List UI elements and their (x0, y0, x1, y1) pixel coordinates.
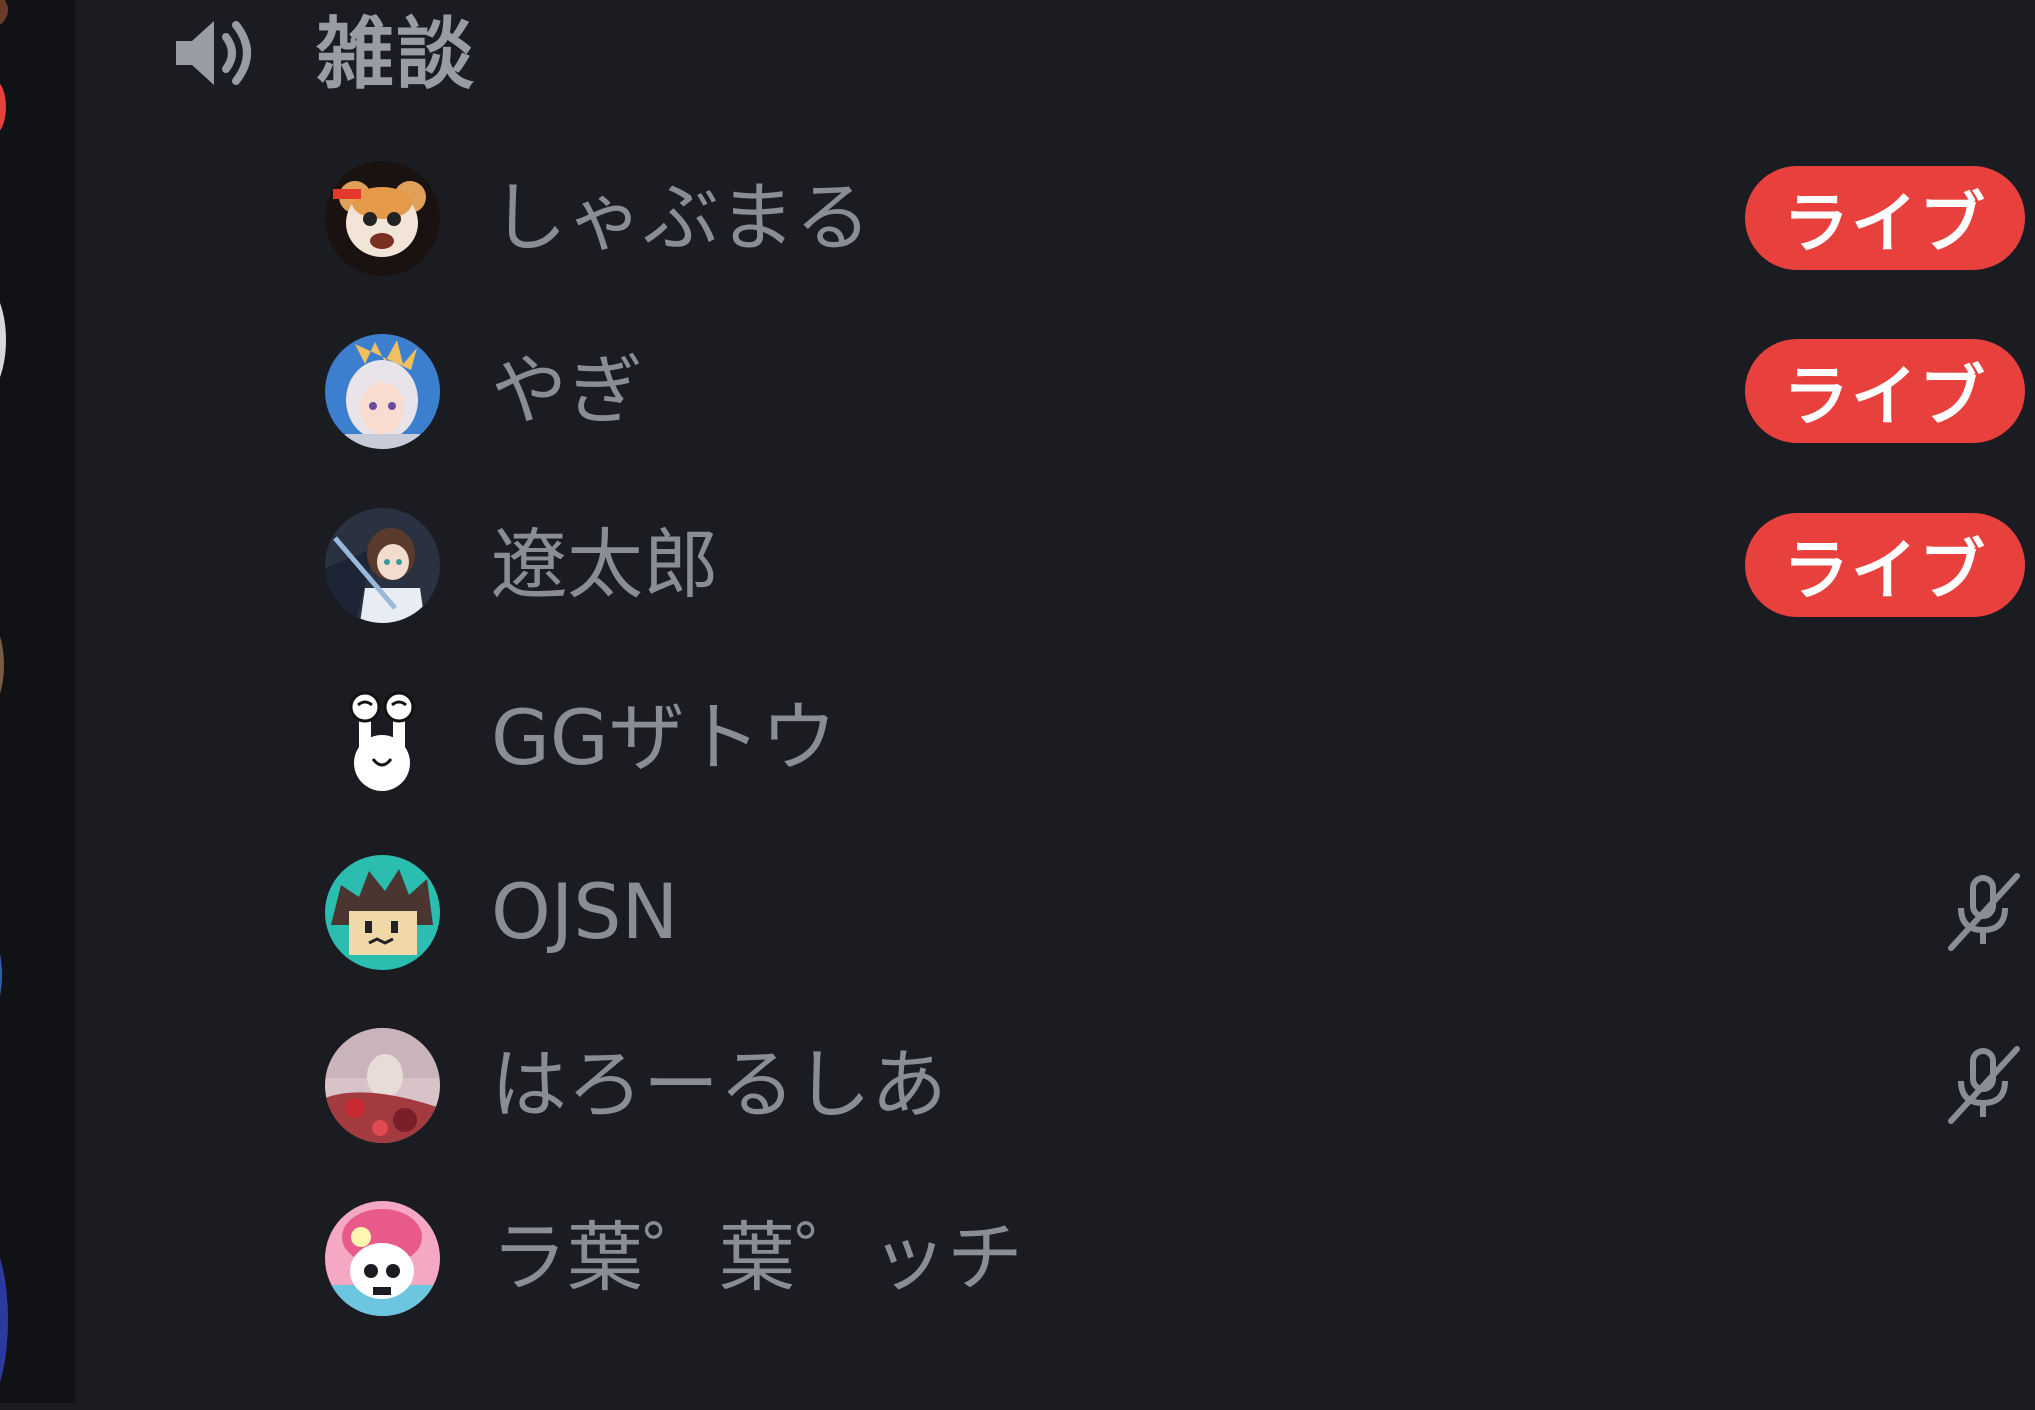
member-name: ラ葉゜葉゜ッチ (491, 1213, 1023, 1302)
server-icon[interactable] (0, 610, 4, 720)
pixel-face-avatar (325, 854, 440, 970)
speaker-icon (170, 7, 262, 103)
member-name: 遼太郎 (491, 520, 719, 609)
mic-muted-icon (1948, 873, 2020, 951)
member-name: GGザトウ (491, 693, 837, 782)
live-badge: ライブ (1745, 339, 2025, 443)
member-row[interactable]: 遼太郎 ライブ (325, 490, 2025, 640)
pink-skull-avatar (325, 1200, 440, 1316)
member-name: しゃぶまる (491, 173, 871, 262)
white-creature-avatar (325, 680, 440, 796)
channel-panel: 雑談 しゃぶまる ライブ やぎ ライブ 遼太郎 ライブ GGザトウ OJSN は… (75, 0, 2035, 1403)
member-row[interactable]: ラ葉゜葉゜ッチ (325, 1183, 2025, 1333)
member-name: やぎ (491, 346, 643, 435)
server-icon[interactable] (0, 0, 8, 30)
server-icon[interactable] (0, 1230, 8, 1410)
notification-dot (0, 80, 6, 134)
member-row[interactable]: はろーるしあ (325, 1010, 2025, 1160)
live-badge: ライブ (1745, 166, 2025, 270)
member-name: はろーるしあ (491, 1040, 947, 1129)
live-badge: ライブ (1745, 513, 2025, 617)
hamster-avatar (325, 160, 440, 276)
server-rail (0, 0, 75, 1410)
member-row[interactable]: しゃぶまる ライブ (325, 143, 2025, 293)
mic-muted-icon (1948, 1046, 2020, 1124)
art-scene-avatar (325, 1027, 440, 1143)
member-row[interactable]: GGザトウ (325, 663, 2025, 813)
anime-swordsman-avatar (325, 507, 440, 623)
anime-girl-avatar (325, 333, 440, 449)
member-name: OJSN (491, 867, 679, 956)
channel-name: 雑談 (316, 10, 477, 100)
server-icon[interactable] (0, 920, 2, 1030)
member-row[interactable]: やぎ ライブ (325, 316, 2025, 466)
member-row[interactable]: OJSN (325, 837, 2025, 987)
voice-channel-header[interactable]: 雑談 (170, 0, 476, 110)
server-icon[interactable] (0, 280, 6, 400)
